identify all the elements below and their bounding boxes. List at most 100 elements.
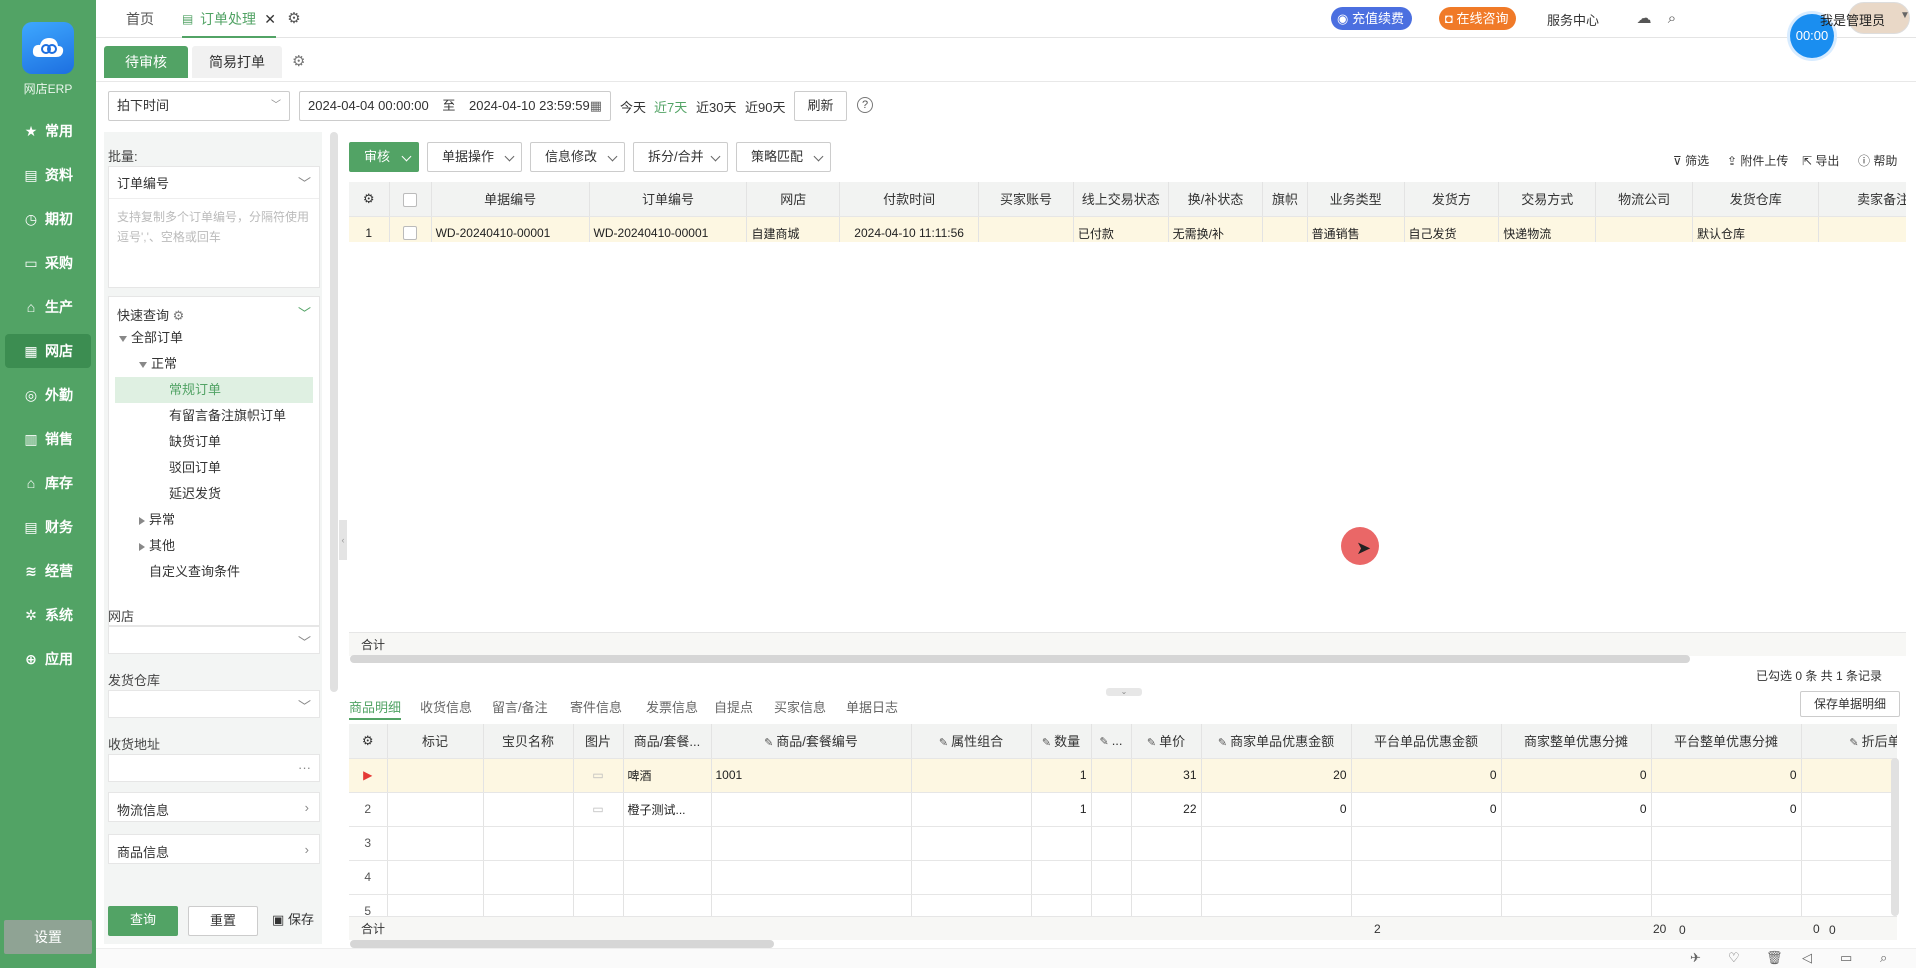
nav-item-12[interactable]: ⊕ 应用 bbox=[5, 642, 91, 676]
table-row[interactable]: 5 bbox=[349, 894, 1897, 916]
detail-cell-m-disc[interactable] bbox=[1201, 894, 1352, 916]
batch-input-box[interactable]: 订单编号 ﹀ 支持复制多个订单编号，分隔符使用逗号','、空格或回车 bbox=[108, 166, 320, 288]
detail-cell-m-disc[interactable] bbox=[1201, 860, 1352, 895]
tree-regular-orders[interactable]: 常规订单 bbox=[115, 377, 313, 403]
detail-cell-price[interactable] bbox=[1131, 826, 1202, 861]
detail-cell-goods[interactable] bbox=[623, 860, 712, 895]
detail-cell-x[interactable] bbox=[1091, 758, 1132, 793]
detail-cell-goods[interactable]: 橙子测试... bbox=[623, 792, 712, 827]
detail-cell-m-disc[interactable] bbox=[1201, 826, 1352, 861]
attachment-upload-link[interactable]: ⇪ 附件上传 bbox=[1727, 152, 1788, 169]
quick-30days[interactable]: 近30天 bbox=[696, 97, 736, 116]
search-icon[interactable]: ⌕ bbox=[1880, 950, 1887, 966]
nav-item-5[interactable]: ▦ 网店 bbox=[5, 334, 91, 368]
detail-cell-m-share[interactable]: 0 bbox=[1501, 792, 1652, 827]
goods-info-section[interactable]: 商品信息 › bbox=[108, 834, 320, 864]
volume-icon[interactable]: ◁ bbox=[1802, 950, 1812, 966]
save-detail-button[interactable]: 保存单据明细 bbox=[1800, 691, 1900, 717]
detail-cell-mark[interactable] bbox=[387, 792, 484, 827]
nav-item-11[interactable]: ✲ 系统 bbox=[5, 598, 91, 632]
export-link[interactable]: ⇱ 导出 bbox=[1802, 152, 1839, 169]
detail-cell-after[interactable] bbox=[1801, 792, 1897, 827]
detail-cell-price[interactable]: 31 bbox=[1131, 758, 1202, 793]
detail-column-settings-icon[interactable]: ⚙ bbox=[349, 724, 388, 759]
nav-item-6[interactable]: ◎ 外勤 bbox=[5, 378, 91, 412]
detail-cell-name[interactable] bbox=[483, 758, 574, 793]
detail-cell-after[interactable] bbox=[1801, 894, 1897, 916]
detail-tab-7[interactable]: 单据日志 bbox=[846, 696, 898, 720]
detail-cell-qty[interactable]: 1 bbox=[1031, 758, 1092, 793]
detail-col-header[interactable]: 商品/套餐... bbox=[623, 724, 712, 759]
detail-cell-name[interactable] bbox=[483, 894, 574, 916]
detail-cell-p-share[interactable]: 0 bbox=[1651, 758, 1802, 793]
nav-item-8[interactable]: ⌂ 库存 bbox=[5, 466, 91, 500]
detail-cell-attr[interactable] bbox=[911, 826, 1032, 861]
tree-out-of-stock[interactable]: 缺货订单 bbox=[169, 429, 221, 455]
detail-cell-m-share[interactable] bbox=[1501, 860, 1652, 895]
quick-90days[interactable]: 近90天 bbox=[745, 97, 785, 116]
filter-link[interactable]: ⊽ 筛选 bbox=[1673, 152, 1709, 169]
detail-col-header[interactable]: ✎ 数量 bbox=[1031, 724, 1092, 759]
detail-cell-after[interactable] bbox=[1801, 860, 1897, 895]
detail-cell-mark[interactable] bbox=[387, 860, 484, 895]
tree-all-orders[interactable]: 全部订单 bbox=[119, 325, 183, 351]
detail-cell-p-disc[interactable]: 0 bbox=[1351, 792, 1502, 827]
refresh-button[interactable]: 刷新 bbox=[794, 91, 847, 121]
address-input[interactable]: ··· bbox=[108, 754, 320, 782]
shop-select[interactable]: ﹀ bbox=[108, 626, 320, 654]
tree-other[interactable]: 其他 bbox=[139, 533, 175, 559]
table-row[interactable]: 3 bbox=[349, 826, 1897, 861]
quick-7days[interactable]: 近7天 bbox=[654, 97, 687, 116]
detail-cell-price[interactable] bbox=[1131, 860, 1202, 895]
chevron-down-icon[interactable]: ▼ bbox=[1900, 10, 1910, 21]
subtab-pending-review[interactable]: 待审核 bbox=[104, 46, 188, 78]
detail-cell-attr[interactable] bbox=[911, 758, 1032, 793]
detail-cell-qty[interactable] bbox=[1031, 860, 1092, 895]
row-checkbox-cell[interactable] bbox=[389, 216, 432, 242]
tab-order-processing[interactable]: ▤ 订单处理 ✕ bbox=[182, 0, 276, 38]
detail-cell-name[interactable] bbox=[483, 860, 574, 895]
detail-col-header[interactable]: 图片 bbox=[573, 724, 624, 759]
nav-item-9[interactable]: ▤ 财务 bbox=[5, 510, 91, 544]
help-link[interactable]: ⓘ 帮助 bbox=[1858, 152, 1897, 169]
subtab-simple-print[interactable]: 简易打单 bbox=[192, 46, 282, 78]
detail-cell-m-share[interactable]: 0 bbox=[1501, 758, 1652, 793]
time-type-select[interactable]: 拍下时间 ﹀ bbox=[108, 91, 290, 121]
detail-tab-0[interactable]: 商品明细 bbox=[349, 696, 402, 720]
orders-col-header[interactable]: 业务类型 bbox=[1307, 182, 1405, 217]
nav-settings-button[interactable]: 设置 bbox=[4, 920, 92, 954]
detail-cell-mark[interactable] bbox=[387, 758, 484, 793]
date-range-picker[interactable]: 2024-04-04 00:00:00 至 2024-04-10 23:59:5… bbox=[299, 91, 611, 121]
window-icon[interactable]: ▭ bbox=[1840, 950, 1852, 966]
user-name[interactable]: 我是管理员 bbox=[1820, 10, 1885, 29]
service-center-link[interactable]: 服务中心 bbox=[1547, 10, 1599, 29]
detail-tab-2[interactable]: 留言/备注 bbox=[492, 696, 548, 720]
detail-cell-qty[interactable] bbox=[1031, 826, 1092, 861]
detail-cell-price[interactable]: 22 bbox=[1131, 792, 1202, 827]
review-button[interactable]: 审核 bbox=[349, 142, 419, 172]
detail-cell-price[interactable] bbox=[1131, 894, 1202, 916]
detail-col-header[interactable]: ✎ 折后单 bbox=[1801, 724, 1897, 759]
detail-cell-attr[interactable] bbox=[911, 792, 1032, 827]
nav-item-4[interactable]: ⌂ 生产 bbox=[5, 290, 91, 324]
orders-col-header[interactable]: 卖家备注 bbox=[1818, 182, 1906, 217]
left-panel-scrollbar[interactable] bbox=[330, 132, 338, 692]
nav-item-0[interactable]: ★ 常用 bbox=[5, 114, 91, 148]
detail-cell-x[interactable] bbox=[1091, 860, 1132, 895]
checkbox[interactable] bbox=[403, 226, 418, 241]
orders-col-header[interactable]: 发货方 bbox=[1404, 182, 1500, 217]
detail-cell-code[interactable] bbox=[711, 826, 912, 861]
detail-col-header[interactable]: ✎ 商品/套餐编号 bbox=[711, 724, 912, 759]
detail-cell-attr[interactable] bbox=[911, 894, 1032, 916]
orders-col-header[interactable]: 单据编号 bbox=[431, 182, 590, 217]
detail-cell-qty[interactable]: 1 bbox=[1031, 792, 1092, 827]
query-button[interactable]: 查询 bbox=[108, 906, 178, 936]
detail-cell-p-disc[interactable] bbox=[1351, 826, 1502, 861]
detail-cell-p-share[interactable] bbox=[1651, 894, 1802, 916]
table-row[interactable]: 4 bbox=[349, 860, 1897, 895]
detail-cell-code[interactable] bbox=[711, 894, 912, 916]
batch-textarea[interactable]: 支持复制多个订单编号，分隔符使用逗号','、空格或回车 bbox=[109, 199, 319, 255]
detail-col-header[interactable]: 标记 bbox=[387, 724, 484, 759]
tab-settings-icon[interactable]: ⚙ bbox=[284, 9, 304, 29]
detail-cell-goods[interactable] bbox=[623, 894, 712, 916]
